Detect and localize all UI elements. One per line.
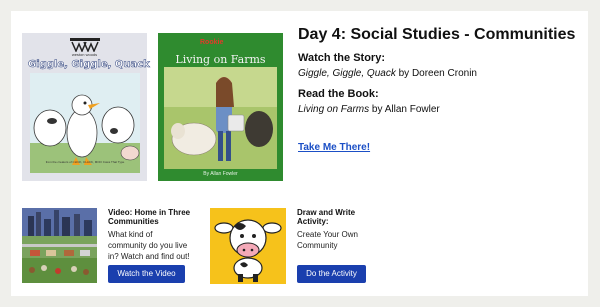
book-line: Living on Farms by Allan Fowler bbox=[298, 104, 440, 115]
cow-icon bbox=[210, 208, 286, 284]
cover-author: By Allan Fowler bbox=[203, 171, 238, 177]
weston-woods-logo-icon bbox=[70, 38, 100, 52]
activity-1-title: Video: Home in Three Communities bbox=[108, 208, 190, 226]
book-author: by Allan Fowler bbox=[369, 104, 440, 115]
cover-blurb: from the creators of CLICK, CLACK, MOO C… bbox=[45, 160, 125, 164]
duck-and-cows-illustration-icon bbox=[30, 73, 140, 173]
story-title: Giggle, Giggle, Quack bbox=[298, 68, 396, 79]
cover-brand: weston woods bbox=[71, 52, 98, 57]
cover-title: Living on Farms bbox=[175, 53, 266, 66]
activity-1-description: What kind of community do you live in? W… bbox=[108, 229, 190, 262]
story-heading: Watch the Story: bbox=[298, 52, 385, 64]
book-title: Living on Farms bbox=[298, 104, 370, 115]
activity-2-title-line: Draw and Write bbox=[297, 208, 356, 217]
story-author: by Doreen Cronin bbox=[395, 68, 477, 79]
book-heading: Read the Book: bbox=[298, 88, 379, 100]
take-me-there-link[interactable]: Take Me There! bbox=[298, 142, 370, 153]
activity-1-desc-line: in? Watch and find out! bbox=[108, 252, 190, 261]
do-the-activity-button[interactable]: Do the Activity bbox=[297, 265, 366, 283]
activity-1-title-line: Communities bbox=[108, 217, 159, 226]
city-community-image-icon[interactable] bbox=[22, 208, 97, 283]
activity-2-desc-line: Community bbox=[297, 241, 338, 250]
watch-the-video-button[interactable]: Watch the Video bbox=[108, 265, 185, 283]
giggle-giggle-quack-cover[interactable]: weston woods Giggle, Giggle, Quack from … bbox=[22, 33, 150, 181]
living-on-farms-cover[interactable]: Rookie Living on Farms By Allan Fowler bbox=[158, 33, 283, 181]
cover-title: Giggle, Giggle, Quack bbox=[28, 59, 150, 71]
activity-2-title: Draw and Write Activity: bbox=[297, 208, 355, 226]
farm-girl-with-sheep-photo-icon bbox=[164, 67, 277, 169]
activity-2-desc-line: Create Your Own bbox=[297, 230, 358, 239]
activity-2-description: Create Your Own Community bbox=[297, 229, 358, 251]
story-line: Giggle, Giggle, Quack by Doreen Cronin bbox=[298, 68, 477, 79]
activity-2-title-line: Activity: bbox=[297, 217, 329, 226]
cow-drawing-image[interactable] bbox=[210, 208, 286, 284]
rookie-badge: Rookie bbox=[200, 39, 224, 46]
activity-1-title-line: Video: Home in Three bbox=[108, 208, 191, 217]
page-title: Day 4: Social Studies - Communities bbox=[298, 26, 576, 43]
activity-1-desc-line: community do you live bbox=[108, 241, 188, 250]
activity-1-desc-line: What kind of bbox=[108, 230, 153, 239]
